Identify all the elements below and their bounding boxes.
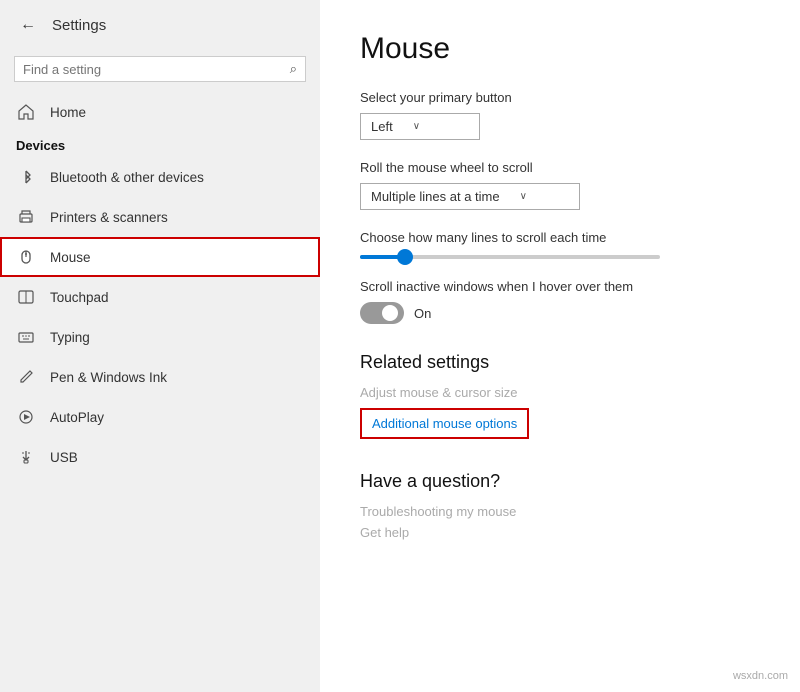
sidebar-item-home-label: Home [50,105,86,120]
toggle-row: On [360,302,760,324]
sidebar-item-usb[interactable]: USB [0,437,320,477]
scroll-lines-slider[interactable] [360,255,760,259]
mouse-icon [16,247,36,267]
autoplay-icon [16,407,36,427]
toggle-state-label: On [414,306,431,321]
slider-track [360,255,660,259]
sidebar-title: Settings [52,17,106,34]
sidebar-item-touchpad-label: Touchpad [50,290,109,305]
adjust-link: Adjust mouse & cursor size [360,385,760,400]
sidebar-item-typing[interactable]: Typing [0,317,320,357]
related-settings-title: Related settings [360,352,760,373]
sidebar-item-pen-label: Pen & Windows Ink [50,370,167,385]
sidebar-item-bluetooth[interactable]: Bluetooth & other devices [0,157,320,197]
search-box[interactable]: ⌕ [14,56,306,82]
sidebar: ← Settings ⌕ Home Devices Bluetooth & ot… [0,0,320,692]
scroll-value: Multiple lines at a time [371,189,500,204]
back-button[interactable]: ← [16,12,40,38]
sidebar-item-usb-label: USB [50,450,78,465]
sidebar-item-printers[interactable]: Printers & scanners [0,197,320,237]
sidebar-item-home[interactable]: Home [0,92,320,132]
inactive-scroll-label: Scroll inactive windows when I hover ove… [360,279,760,294]
typing-icon [16,327,36,347]
additional-mouse-options-link[interactable]: Additional mouse options [360,408,529,439]
search-icon[interactable]: ⌕ [290,61,297,77]
usb-icon [16,447,36,467]
printer-icon [16,207,36,227]
search-input[interactable] [23,62,290,77]
touchpad-icon [16,287,36,307]
primary-button-label: Select your primary button [360,90,760,105]
sidebar-item-touchpad[interactable]: Touchpad [0,277,320,317]
sidebar-item-autoplay[interactable]: AutoPlay [0,397,320,437]
sidebar-item-mouse[interactable]: Mouse [0,237,320,277]
main-content: Mouse Select your primary button Left ∨ … [320,0,800,692]
sidebar-header: ← Settings [0,0,320,50]
scroll-lines-label: Choose how many lines to scroll each tim… [360,230,760,245]
help-link: Get help [360,525,760,540]
chevron-down-icon-2: ∨ [520,191,527,202]
sidebar-section-label: Devices [0,132,320,157]
sidebar-item-autoplay-label: AutoPlay [50,410,104,425]
troubleshoot-link: Troubleshooting my mouse [360,504,760,519]
sidebar-item-printers-label: Printers & scanners [50,210,168,225]
page-title: Mouse [360,32,760,66]
question-title: Have a question? [360,471,760,492]
primary-button-value: Left [371,119,393,134]
scroll-label: Roll the mouse wheel to scroll [360,160,760,175]
toggle-thumb [382,305,398,321]
pen-icon [16,367,36,387]
chevron-down-icon: ∨ [413,121,420,132]
inactive-scroll-toggle[interactable] [360,302,404,324]
bluetooth-icon [16,167,36,187]
watermark: wsxdn.com [729,668,792,684]
slider-thumb[interactable] [397,249,413,265]
sidebar-item-bluetooth-label: Bluetooth & other devices [50,170,204,185]
sidebar-item-typing-label: Typing [50,330,90,345]
sidebar-item-pen[interactable]: Pen & Windows Ink [0,357,320,397]
sidebar-item-mouse-label: Mouse [50,250,91,265]
scroll-dropdown[interactable]: Multiple lines at a time ∨ [360,183,580,210]
primary-button-dropdown[interactable]: Left ∨ [360,113,480,140]
home-icon [16,102,36,122]
